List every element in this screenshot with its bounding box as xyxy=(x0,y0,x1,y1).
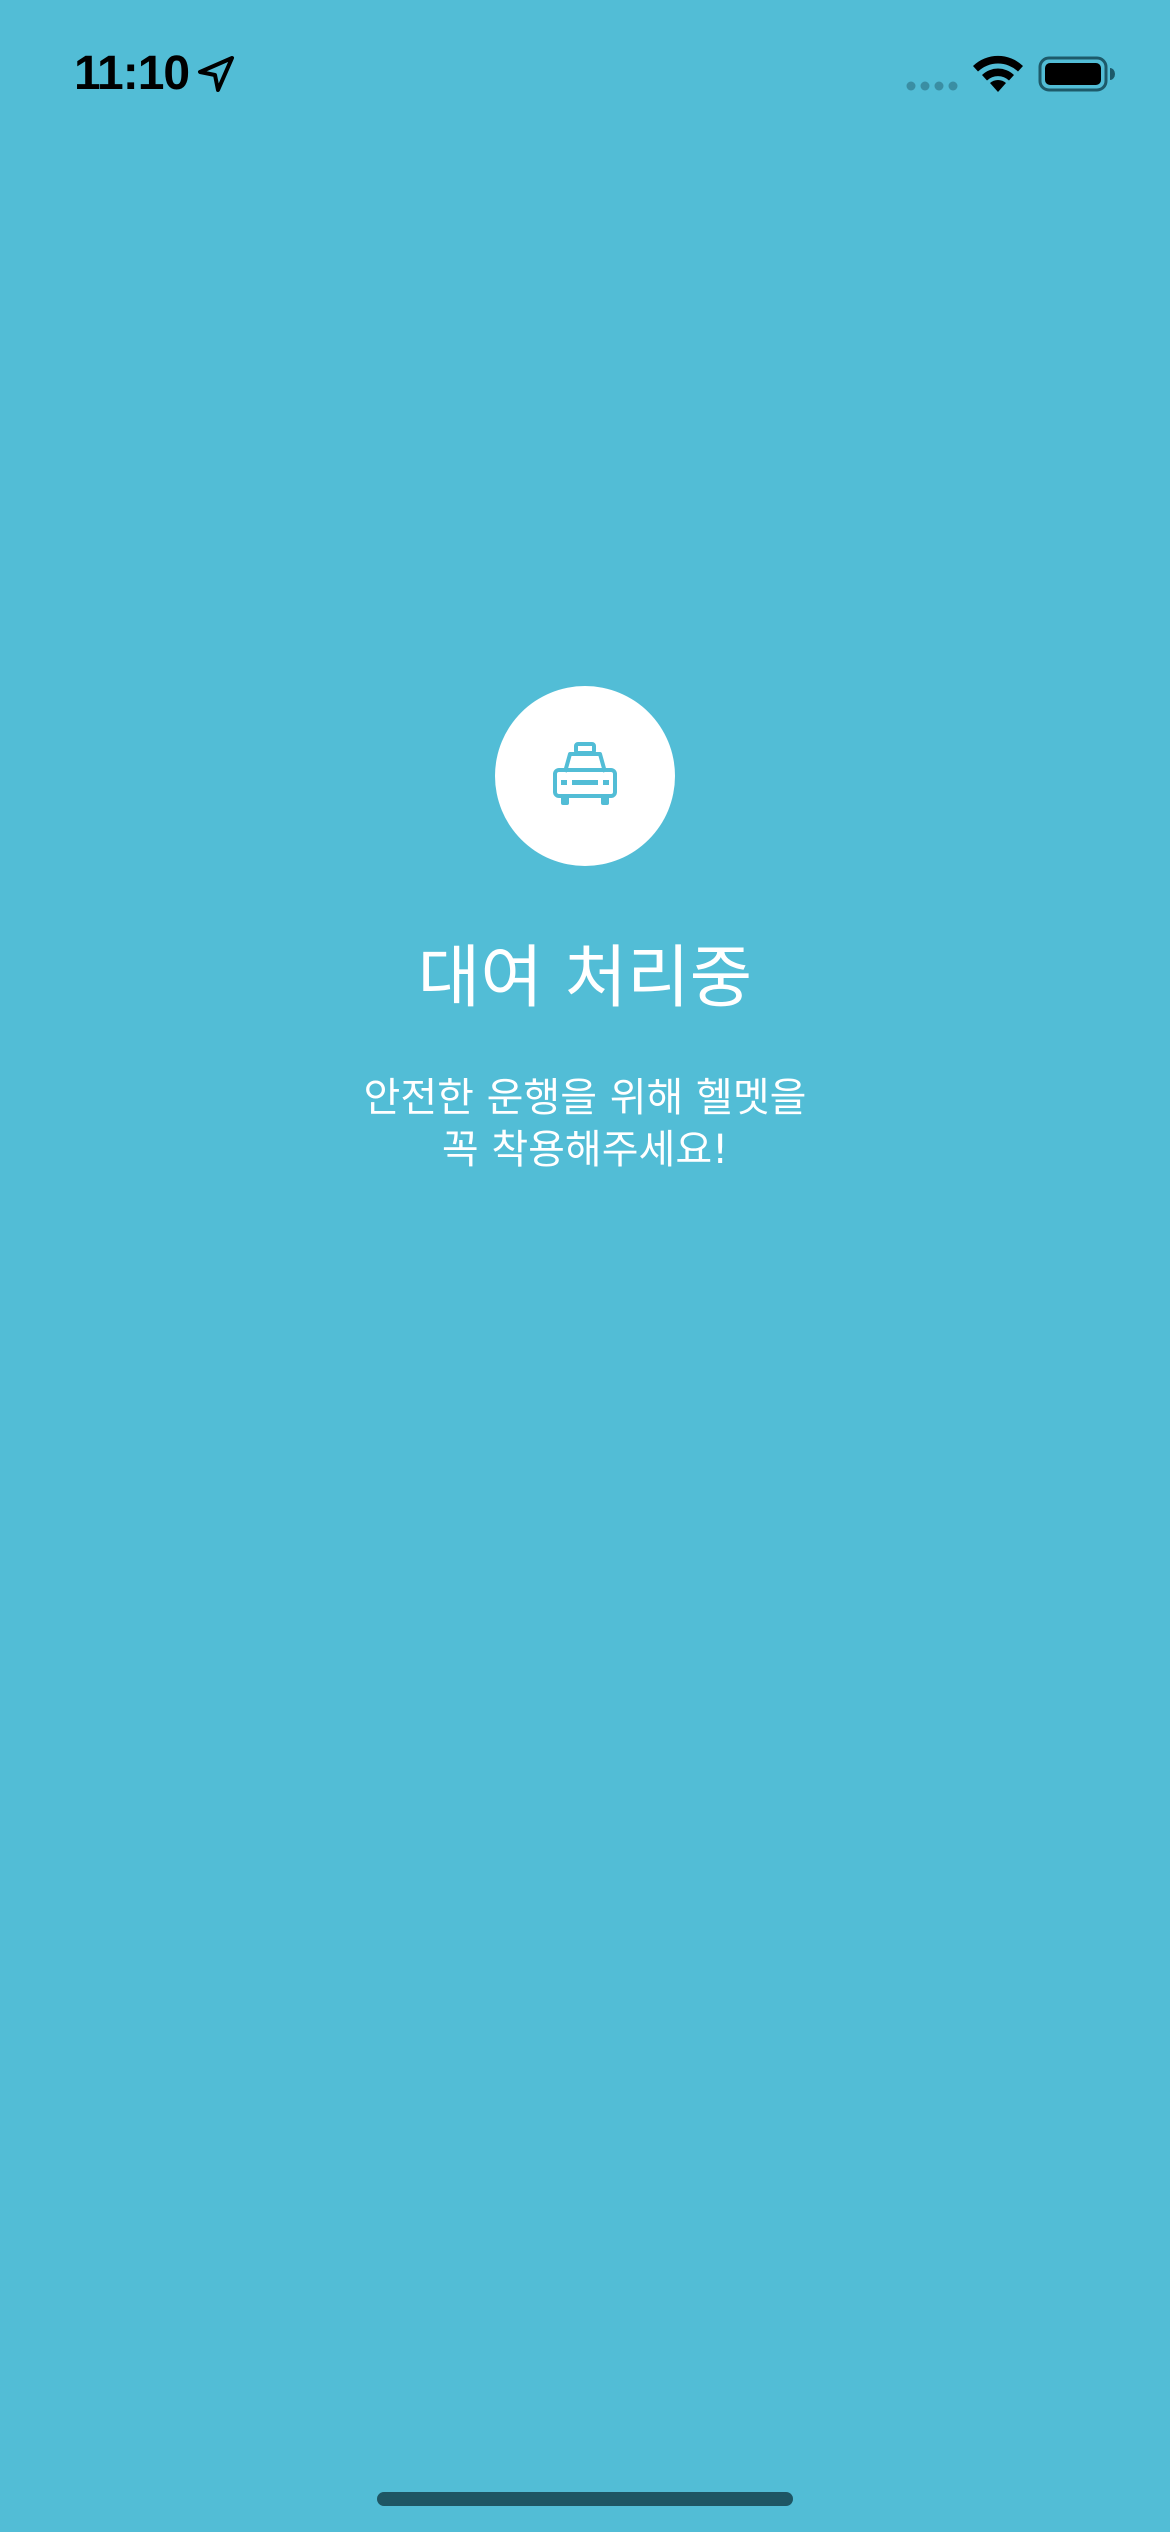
helmet-notice-line-2: 꼭 착용해주세요! xyxy=(441,1127,729,1173)
home-indicator[interactable] xyxy=(377,2492,793,2506)
location-arrow-icon xyxy=(198,56,234,92)
taxi-icon-badge xyxy=(495,686,675,866)
helmet-notice-line-1: 안전한 운행을 위해 헬멧을 xyxy=(363,1075,807,1121)
helmet-notice-text: 안전한 운행을 위해 헬멧을 꼭 착용해주세요! xyxy=(0,1072,1170,1176)
taxi-icon xyxy=(553,742,617,805)
status-bar: 11:10 xyxy=(0,0,1170,140)
battery-icon xyxy=(1038,56,1115,92)
wifi-icon xyxy=(973,55,1023,92)
status-time: 11:10 xyxy=(74,47,190,100)
cellular-signal-icon xyxy=(906,81,958,91)
rental-processing-title: 대여 처리중 xyxy=(417,939,753,1018)
